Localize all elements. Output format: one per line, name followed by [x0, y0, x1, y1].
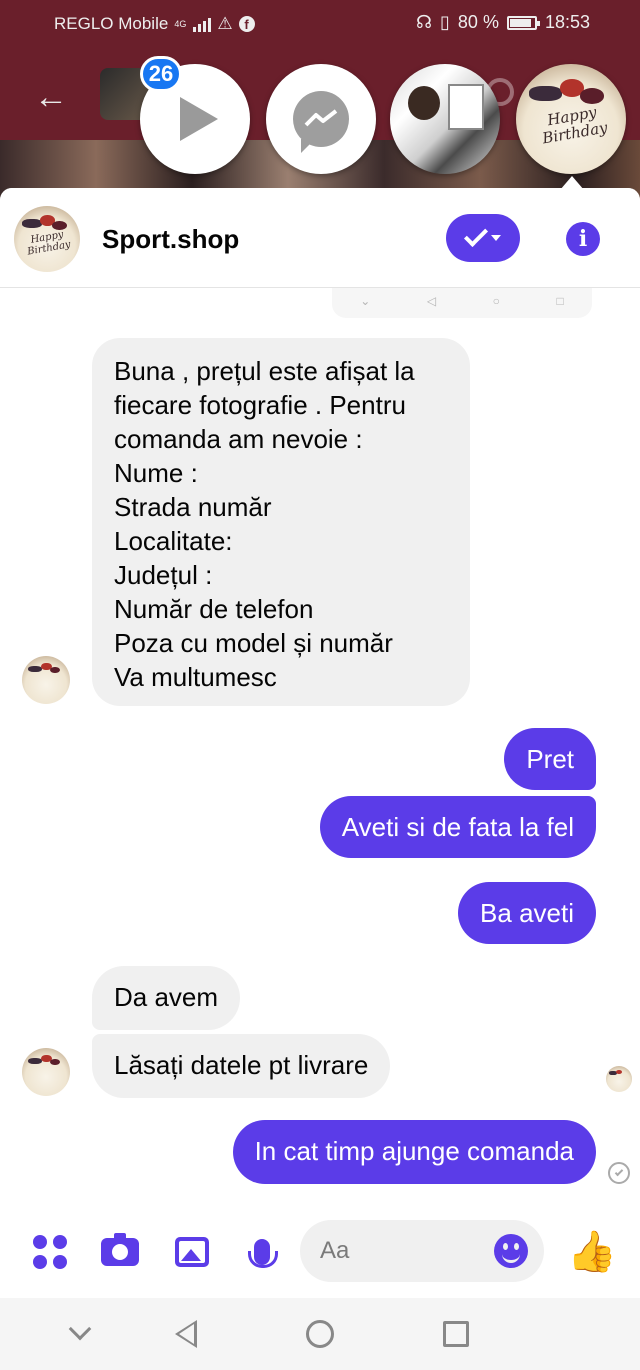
chat-head-sport-shop[interactable]: Happy Birthday	[516, 64, 626, 174]
conversation-avatar-caption: Happy Birthday	[26, 229, 72, 259]
message-input[interactable]	[320, 1236, 480, 1266]
message-outgoing[interactable]: Ba aveti	[458, 882, 596, 944]
gallery-icon	[175, 1237, 209, 1267]
chat-head-contact-photo[interactable]	[390, 64, 500, 174]
warning-icon: ⚠	[217, 14, 233, 33]
embedded-nav-bar: ⌄ ◁ ○ □	[332, 284, 592, 318]
contact-photo-card	[448, 84, 484, 130]
active-head-pointer	[560, 176, 584, 190]
message-outgoing[interactable]: Pret	[504, 728, 596, 790]
signal-icon	[193, 16, 212, 32]
microphone-icon	[248, 1239, 278, 1268]
conversation-title[interactable]: Sport.shop	[102, 224, 239, 255]
recent-apps-icon	[443, 1321, 469, 1347]
home-icon	[306, 1320, 334, 1348]
sent-status-icon	[608, 1162, 630, 1184]
background-back-arrow-icon: ←	[34, 78, 68, 116]
apps-button[interactable]	[28, 1230, 72, 1274]
facebook-notification-icon: f	[238, 16, 255, 32]
contact-photo-avatar	[408, 86, 440, 120]
composer: 👍	[0, 1208, 640, 1298]
camera-button[interactable]	[98, 1230, 142, 1274]
mark-done-button[interactable]	[446, 214, 520, 262]
chevron-down-icon	[68, 1317, 92, 1341]
emoji-icon[interactable]	[494, 1234, 528, 1268]
vibrate-icon: ▯	[440, 12, 450, 32]
play-icon	[180, 97, 218, 141]
embedded-recent-icon: □	[556, 294, 564, 308]
message-input-container[interactable]	[300, 1220, 544, 1282]
sender-avatar[interactable]	[22, 656, 70, 704]
nav-hide-button[interactable]	[62, 1316, 98, 1352]
chat-panel: ⌄ ◁ ○ □ Buna , prețul este afișat la fie…	[0, 188, 640, 1298]
nav-home-button[interactable]	[302, 1316, 338, 1352]
back-icon	[175, 1320, 197, 1348]
microphone-button[interactable]	[240, 1230, 284, 1274]
conversation-avatar[interactable]: Happy Birthday	[14, 206, 80, 272]
caret-down-icon	[491, 235, 501, 241]
battery-percent: 80 %	[457, 12, 499, 32]
like-icon: 👍	[567, 1230, 617, 1274]
apps-icon	[33, 1235, 67, 1269]
embedded-back-icon: ◁	[426, 294, 437, 308]
gallery-button[interactable]	[170, 1230, 214, 1274]
battery-icon	[506, 15, 540, 30]
embedded-home-icon: ○	[492, 294, 500, 308]
message-incoming[interactable]: Da avem	[92, 966, 241, 1030]
messenger-icon	[293, 91, 349, 153]
info-button[interactable]: i	[566, 222, 600, 256]
sender-avatar[interactable]	[22, 1048, 70, 1096]
checkmark-icon	[463, 222, 489, 248]
embedded-chevron-icon: ⌄	[360, 294, 371, 308]
nav-recent-button[interactable]	[438, 1316, 474, 1352]
message-incoming[interactable]: Lăsați datele pt livrare	[92, 1034, 391, 1098]
camera-icon	[101, 1233, 139, 1266]
nav-back-button[interactable]	[168, 1316, 204, 1352]
network-type: 4G	[174, 18, 187, 29]
seen-indicator-avatar	[606, 1066, 632, 1092]
clock: 18:53	[544, 12, 590, 32]
message-list[interactable]: ⌄ ◁ ○ □ Buna , prețul este afișat la fie…	[0, 188, 640, 1198]
avatar-caption: Happy Birthday	[540, 102, 609, 147]
carrier-name: REGLO Mobile	[54, 14, 169, 33]
unread-count-badge: 26	[140, 56, 182, 92]
info-icon: i	[578, 226, 588, 252]
message-outgoing[interactable]: Aveti si de fata la fel	[319, 796, 596, 858]
message-outgoing[interactable]: In cat timp ajunge comanda	[232, 1120, 596, 1184]
system-nav-bar	[0, 1298, 640, 1370]
headphones-icon: ☊	[416, 12, 433, 32]
like-button[interactable]: 👍	[567, 1230, 617, 1274]
chat-head-messenger[interactable]	[266, 64, 376, 174]
status-bar: REGLO Mobile 4G ⚠ f ☊ ▯ 80 % 18:53	[0, 0, 640, 48]
chat-header: Happy Birthday Sport.shop i	[0, 188, 640, 288]
message-incoming[interactable]: Buna , prețul este afișat la fiecare fot…	[92, 338, 470, 706]
